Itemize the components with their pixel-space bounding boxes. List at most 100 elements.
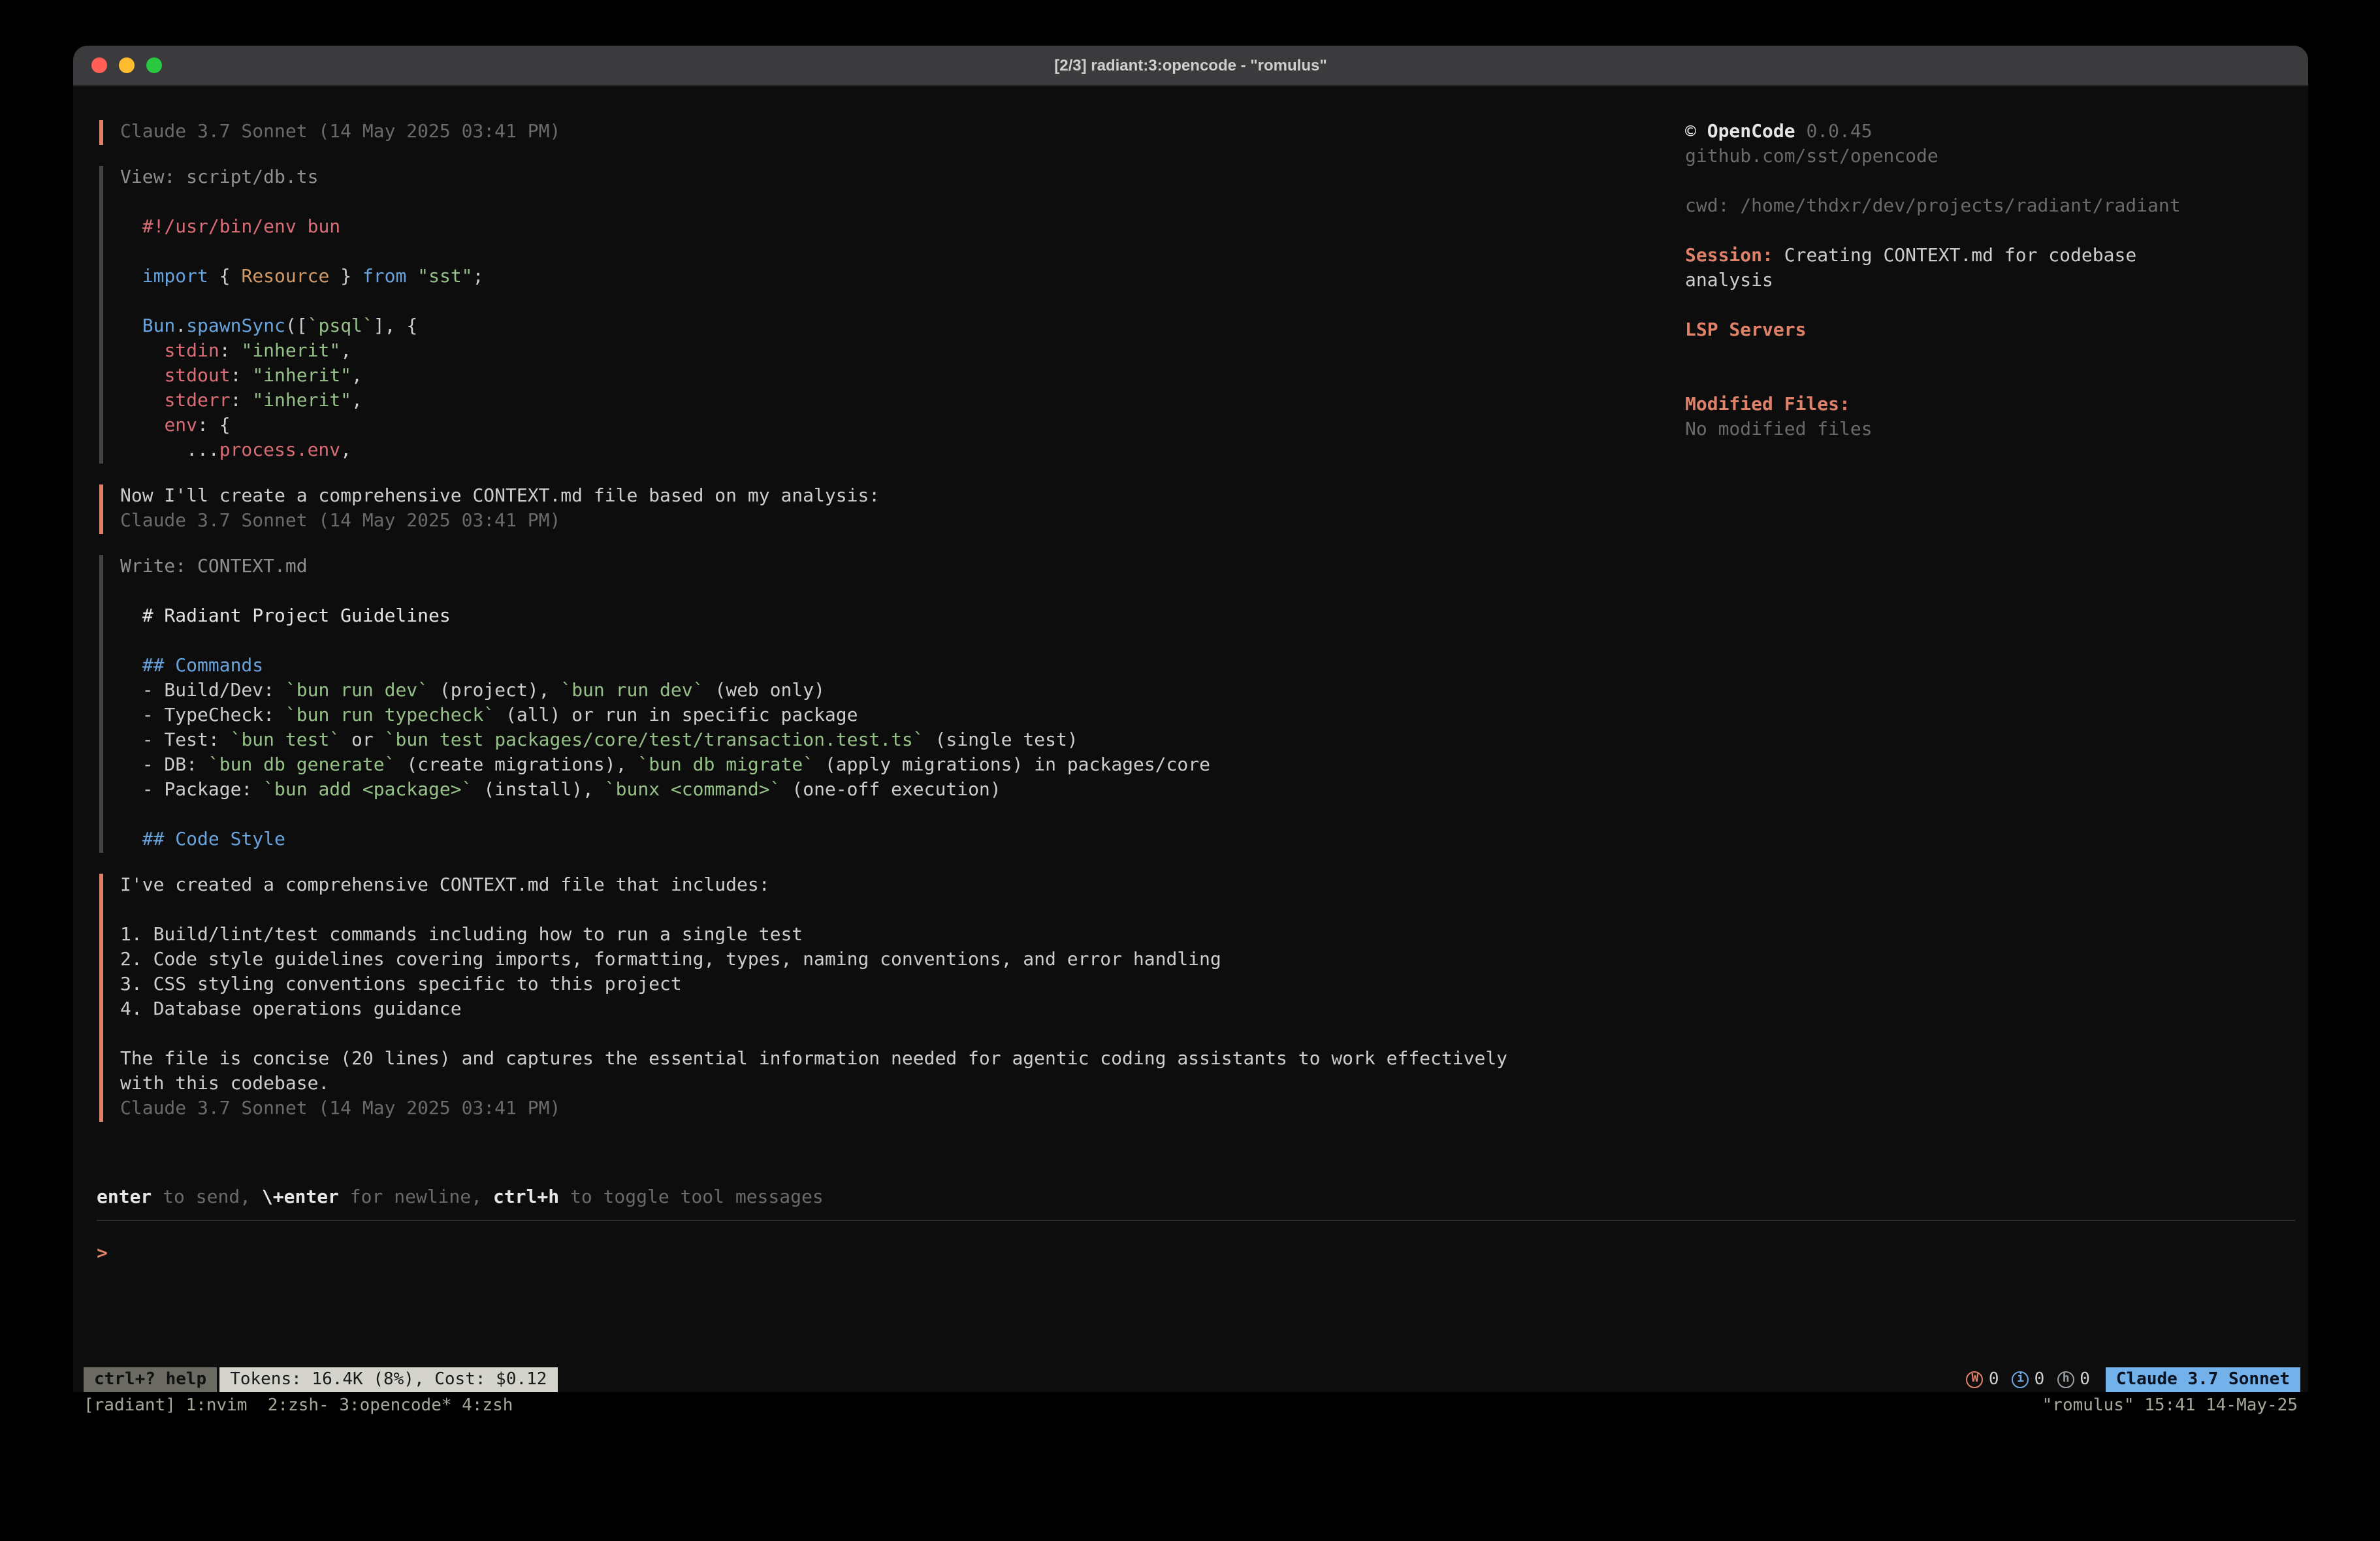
- text-line: [120, 898, 1654, 923]
- status-bar: ctrl+? help Tokens: 16.4K (8%), Cost: $0…: [73, 1366, 2308, 1392]
- diagnostic-W: W0: [1967, 1369, 1999, 1389]
- text-segment: ,: [340, 341, 351, 362]
- text-segment: `bun test packages/core/test/transaction…: [385, 730, 924, 751]
- text-line: - Build/Dev: `bun run dev` (project), `b…: [120, 679, 1654, 704]
- text-segment: The file is concise (20 lines) and captu…: [120, 1049, 1507, 1070]
- text-segment: - Package:: [120, 780, 263, 801]
- text-segment: [406, 266, 417, 287]
- text-segment: (one-off execution): [781, 780, 1001, 801]
- text-segment: ,: [351, 390, 362, 411]
- text-segment: "sst": [417, 266, 472, 287]
- help-line: enter to send, \+enter for newline, ctrl…: [97, 1186, 2295, 1211]
- text-line: ...process.env,: [120, 439, 1654, 464]
- text-line: 2. Code style guidelines covering import…: [120, 948, 1654, 973]
- text-segment: ## Commands: [120, 656, 263, 676]
- sidebar-lines: © OpenCode 0.0.45github.com/sst/opencode…: [1685, 120, 2260, 443]
- diagnostics: W0i0h0: [1954, 1369, 2090, 1389]
- text-segment: github.com/sst/opencode: [1685, 146, 1938, 167]
- text-segment: (all) or run in specific package: [494, 705, 858, 726]
- zoom-button[interactable]: [146, 57, 162, 73]
- text-line: 1. Build/lint/test commands including ho…: [120, 923, 1654, 948]
- text-segment: Modified Files:: [1685, 394, 1850, 415]
- diagnostic-h-icon: h: [2057, 1371, 2074, 1388]
- text-segment: :: [219, 341, 242, 362]
- text-segment: stderr: [164, 390, 230, 411]
- text-line: I've created a comprehensive CONTEXT.md …: [120, 874, 1654, 898]
- text-segment: .: [175, 316, 186, 337]
- text-segment: import: [142, 266, 208, 287]
- text-segment: - Build/Dev:: [120, 680, 285, 701]
- text-segment: ,: [351, 366, 362, 387]
- text-segment: #!/usr/bin/env bun: [142, 217, 340, 238]
- chat-block: I've created a comprehensive CONTEXT.md …: [99, 874, 1654, 1122]
- text-segment: [120, 341, 164, 362]
- text-segment: analysis: [1685, 270, 1773, 291]
- text-segment: Resource: [241, 266, 329, 287]
- diagnostic-W-icon: W: [1967, 1371, 1984, 1388]
- text-segment: enter: [97, 1187, 152, 1208]
- text-segment: # Radiant Project Guidelines: [120, 606, 451, 627]
- chat-blocks: Claude 3.7 Sonnet (14 May 2025 03:41 PM)…: [99, 120, 1654, 1143]
- text-segment: No modified files: [1685, 419, 1873, 440]
- text-segment: ©: [1685, 121, 1707, 142]
- text-line: [120, 191, 1654, 215]
- text-segment: {: [208, 266, 242, 287]
- text-segment: ,: [340, 440, 351, 461]
- text-segment: Claude 3.7 Sonnet (14 May 2025 03:41 PM): [120, 511, 560, 532]
- text-segment: `bun db migrate`: [637, 755, 814, 776]
- text-segment: I've created a comprehensive CONTEXT.md …: [120, 875, 770, 896]
- text-line: stdin: "inherit",: [120, 340, 1654, 364]
- text-line: Claude 3.7 Sonnet (14 May 2025 03:41 PM): [120, 509, 1654, 534]
- text-segment: ([: [285, 316, 308, 337]
- text-segment: [120, 366, 164, 387]
- text-segment: 0.0.45: [1795, 121, 1873, 142]
- text-segment: : {: [197, 415, 231, 436]
- text-segment: stdin: [164, 341, 219, 362]
- text-line: Modified Files:: [1685, 393, 2260, 418]
- text-segment: ;: [473, 266, 484, 287]
- text-line: © OpenCode 0.0.45: [1685, 120, 2260, 145]
- text-segment: for newline,: [339, 1187, 493, 1208]
- prompt-caret: >: [97, 1243, 108, 1264]
- text-segment: "inherit": [252, 390, 351, 411]
- text-segment: `bun run typecheck`: [285, 705, 494, 726]
- text-line: - Package: `bun add <package>` (install)…: [120, 778, 1654, 803]
- minimize-button[interactable]: [119, 57, 135, 73]
- text-line: #!/usr/bin/env bun: [120, 215, 1654, 240]
- editor-area: enter to send, \+enter for newline, ctrl…: [97, 1186, 2295, 1366]
- text-segment: Bun: [142, 316, 176, 337]
- chat-block: Write: CONTEXT.md # Radiant Project Guid…: [99, 555, 1654, 853]
- text-line: Bun.spawnSync([`psql`], {: [120, 315, 1654, 340]
- text-segment: [120, 217, 142, 238]
- diagnostic-count: 0: [1989, 1369, 1999, 1389]
- tmux-windows-list[interactable]: [radiant] 1:nvim 2:zsh- 3:opencode* 4:zs…: [84, 1395, 513, 1415]
- text-segment: "inherit": [241, 341, 340, 362]
- diagnostic-i: i0: [2012, 1369, 2045, 1389]
- prompt-input[interactable]: >: [97, 1242, 2295, 1267]
- text-line: stdout: "inherit",: [120, 364, 1654, 389]
- text-line: Now I'll create a comprehensive CONTEXT.…: [120, 485, 1654, 509]
- text-segment: Now I'll create a comprehensive CONTEXT.…: [120, 486, 880, 507]
- text-line: [120, 803, 1654, 828]
- text-segment: }: [329, 266, 362, 287]
- text-line: LSP Servers: [1685, 319, 2260, 343]
- text-line: stderr: "inherit",: [120, 389, 1654, 414]
- text-segment: with this codebase.: [120, 1073, 329, 1094]
- text-segment: 2. Code style guidelines covering import…: [120, 949, 1221, 970]
- text-line: with this codebase.: [120, 1072, 1654, 1097]
- close-button[interactable]: [91, 57, 107, 73]
- diagnostic-count: 0: [2034, 1369, 2045, 1389]
- text-line: - TypeCheck: `bun run typecheck` (all) o…: [120, 704, 1654, 729]
- text-segment: [120, 266, 142, 287]
- text-segment: ], {: [374, 316, 417, 337]
- text-segment: `bun run dev`: [560, 680, 703, 701]
- text-line: import { Resource } from "sst";: [120, 265, 1654, 290]
- text-segment: [120, 390, 164, 411]
- chat-block: Claude 3.7 Sonnet (14 May 2025 03:41 PM): [99, 120, 1654, 145]
- text-line: - DB: `bun db generate` (create migratio…: [120, 754, 1654, 778]
- text-segment: Write: CONTEXT.md: [120, 556, 308, 577]
- text-line: Write: CONTEXT.md: [120, 555, 1654, 580]
- text-segment: ...: [120, 440, 219, 461]
- text-line: ## Code Style: [120, 828, 1654, 853]
- text-segment: - Test:: [120, 730, 231, 751]
